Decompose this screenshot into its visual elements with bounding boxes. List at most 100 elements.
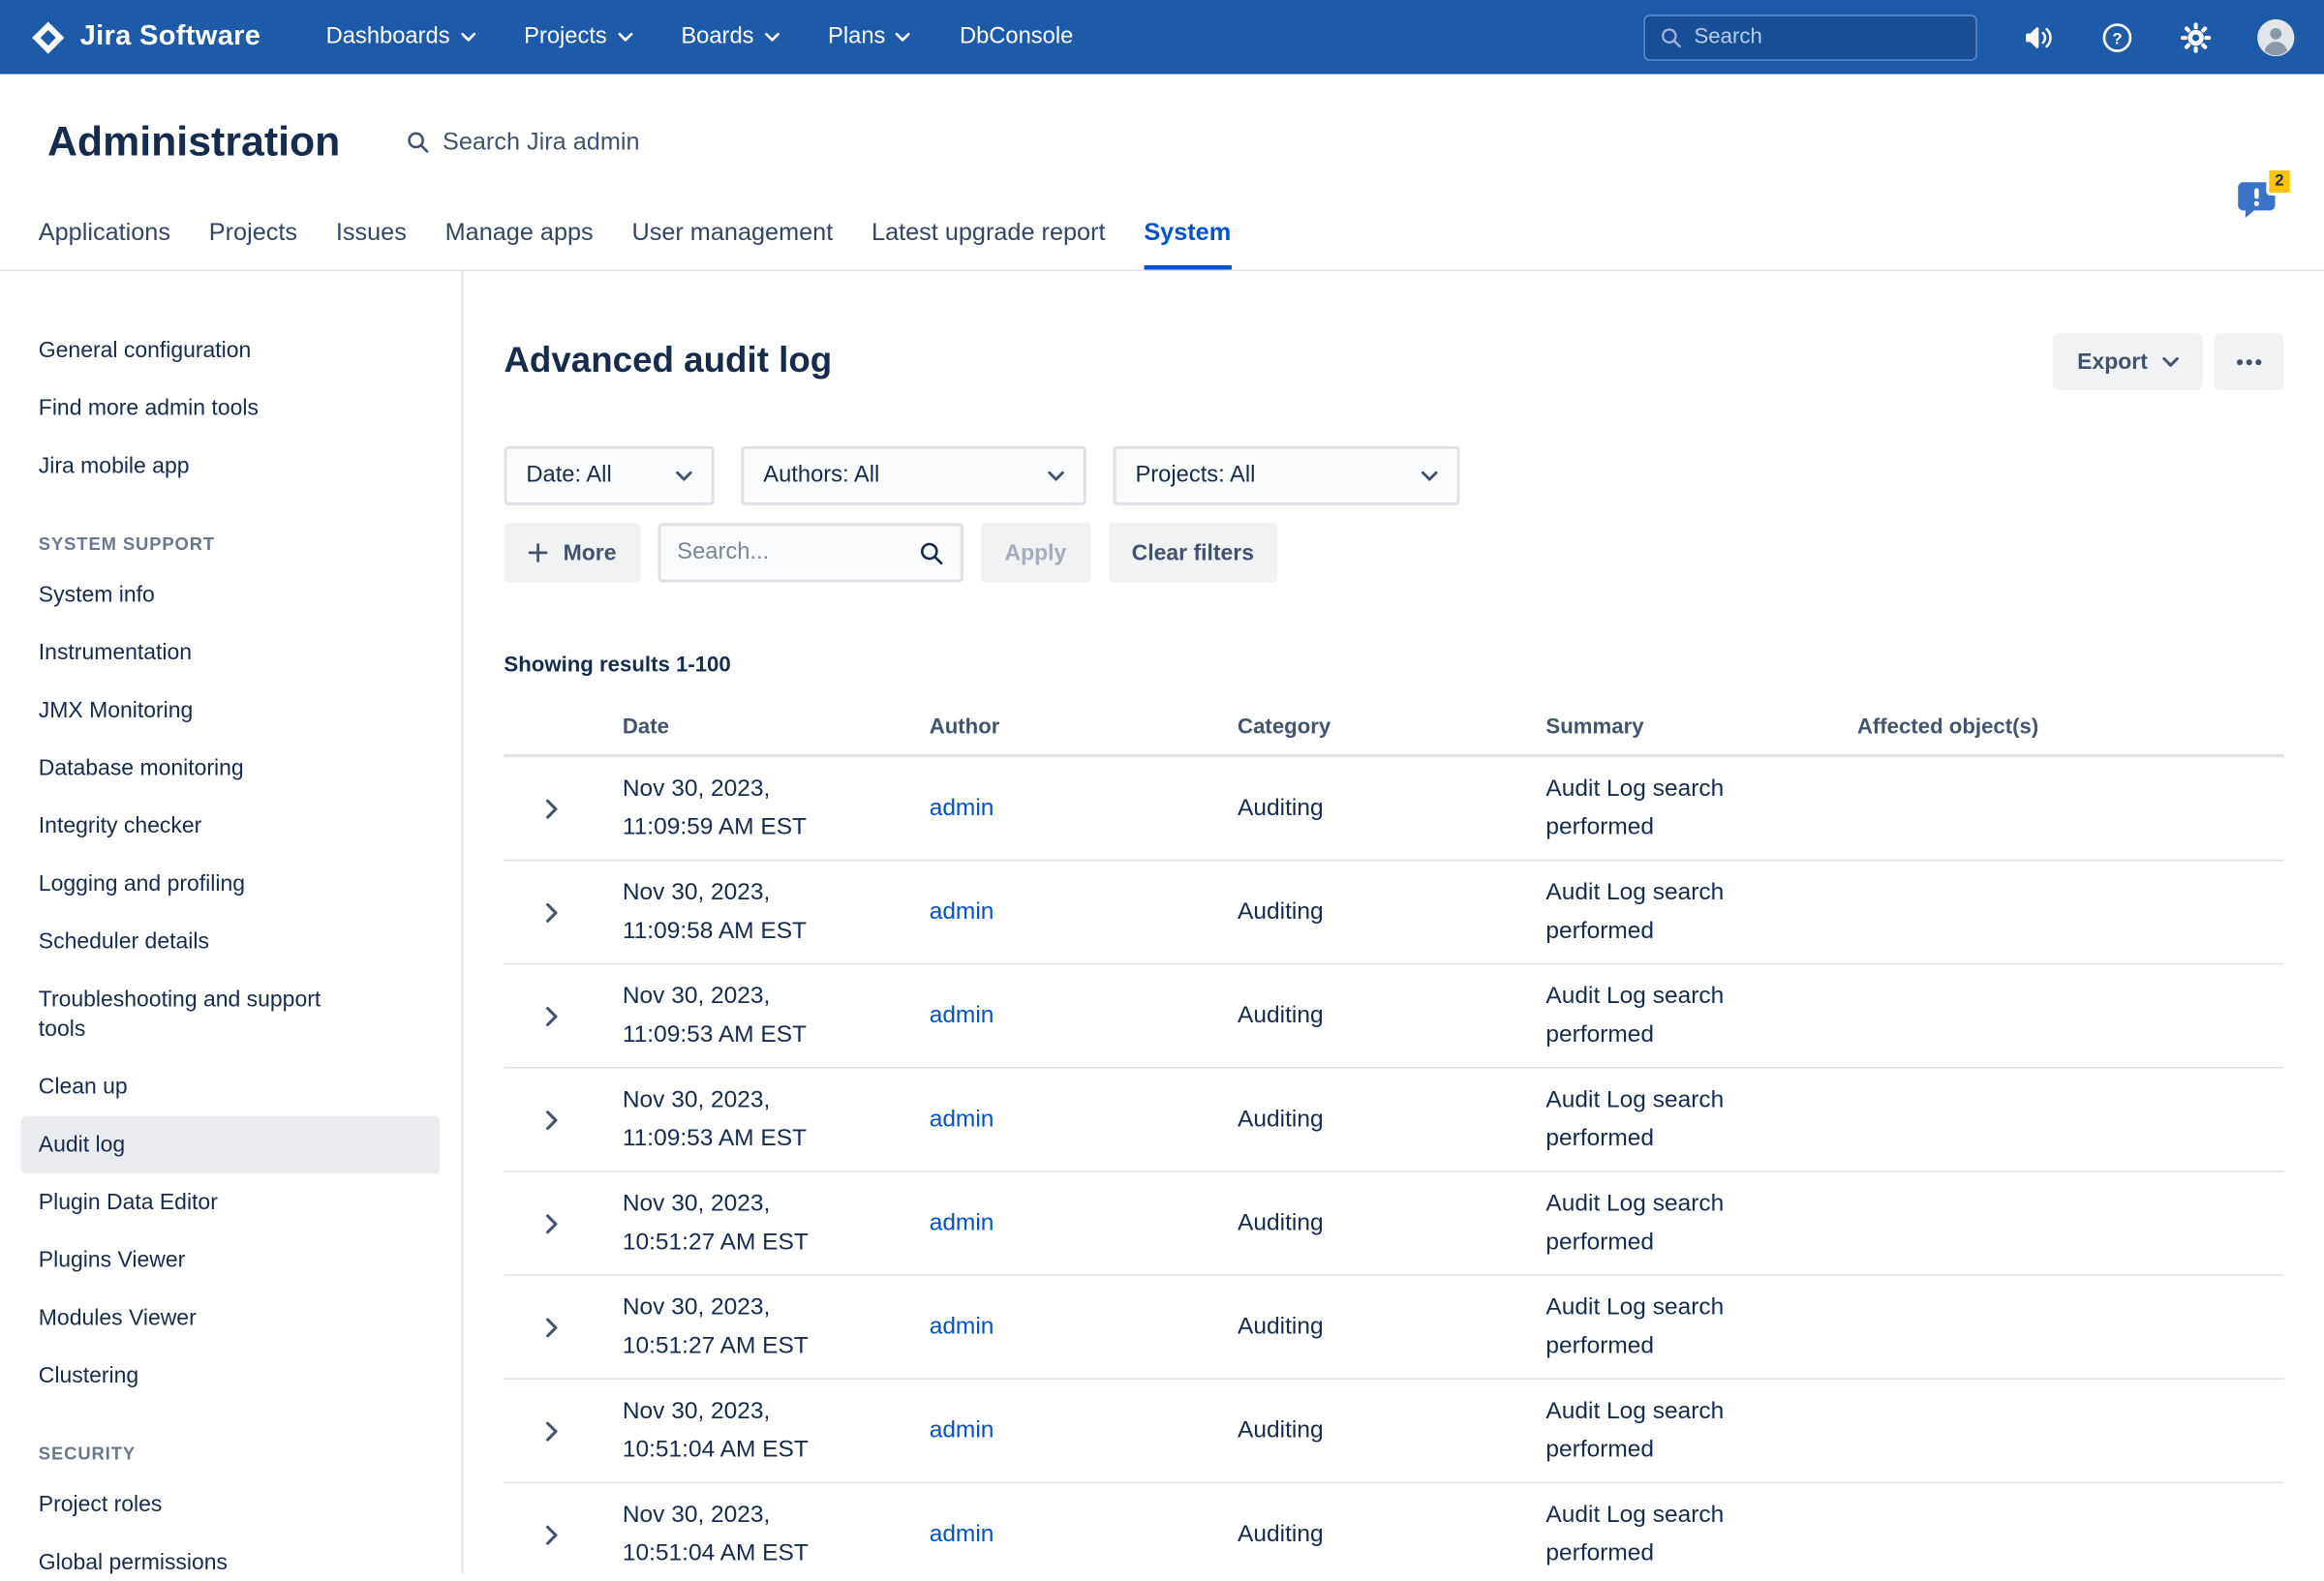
sidebar-item-global-permissions[interactable]: Global permissions — [0, 1534, 461, 1573]
page-title: Advanced audit log — [504, 341, 832, 382]
author-link[interactable]: admin — [930, 1002, 994, 1027]
cell-category: Auditing — [1238, 1210, 1545, 1237]
row-expand-button[interactable] — [504, 1524, 622, 1544]
tab-system[interactable]: System — [1144, 220, 1231, 270]
navbar-search[interactable] — [1643, 15, 1976, 60]
sidebar-item-system-info[interactable]: System info — [0, 566, 461, 624]
cell-date: Nov 30, 2023,10:51:04 AM EST — [623, 1392, 930, 1470]
table-row: Nov 30, 2023,11:09:53 AM ESTadminAuditin… — [504, 1069, 2283, 1172]
audit-table-body: Nov 30, 2023,11:09:59 AM ESTadminAuditin… — [504, 757, 2283, 1573]
author-link[interactable]: admin — [930, 1107, 994, 1132]
chevron-right-icon — [545, 901, 559, 922]
author-link[interactable]: admin — [930, 1314, 994, 1339]
author-link[interactable]: admin — [930, 1521, 994, 1546]
row-expand-button[interactable] — [504, 1006, 622, 1026]
clear-filters-button[interactable]: Clear filters — [1108, 523, 1277, 582]
cell-summary: Audit Log search performed — [1545, 977, 1856, 1054]
user-avatar[interactable] — [2257, 18, 2294, 55]
sidebar-item-integrity-checker[interactable]: Integrity checker — [0, 797, 461, 855]
sidebar-item-clustering[interactable]: Clustering — [0, 1347, 461, 1405]
table-row: Nov 30, 2023,10:51:27 AM ESTadminAuditin… — [504, 1172, 2283, 1276]
nav-item-dashboards[interactable]: Dashboards — [326, 23, 475, 50]
svg-text:?: ? — [2112, 29, 2122, 47]
author-link[interactable]: admin — [930, 795, 994, 820]
table-row: Nov 30, 2023,11:09:59 AM ESTadminAuditin… — [504, 757, 2283, 861]
author-link[interactable]: admin — [930, 898, 994, 924]
projects-filter-dropdown[interactable]: Projects: All — [1113, 446, 1459, 505]
feedback-button[interactable]: 2 — [2235, 178, 2279, 220]
tab-projects[interactable]: Projects — [209, 220, 297, 270]
export-button[interactable]: Export — [2054, 333, 2203, 389]
chevron-right-icon — [545, 1213, 559, 1233]
sidebar-item-find-more-admin-tools[interactable]: Find more admin tools — [0, 380, 461, 438]
nav-item-projects[interactable]: Projects — [524, 23, 632, 50]
filter-actions-row: More Apply Clear filters — [504, 523, 2283, 582]
more-options-button[interactable] — [2215, 333, 2284, 389]
more-filters-button[interactable]: More — [504, 523, 640, 582]
sidebar-item-plugin-data-editor[interactable]: Plugin Data Editor — [0, 1173, 461, 1231]
search-icon[interactable] — [919, 540, 944, 565]
sidebar-item-plugins-viewer[interactable]: Plugins Viewer — [0, 1231, 461, 1290]
sidebar-item-database-monitoring[interactable]: Database monitoring — [0, 740, 461, 798]
row-expand-button[interactable] — [504, 1420, 622, 1441]
jira-logo[interactable]: Jira Software — [30, 18, 261, 55]
table-row: Nov 30, 2023,11:09:53 AM ESTadminAuditin… — [504, 964, 2283, 1068]
cell-author: admin — [930, 1210, 1238, 1237]
help-icon[interactable]: ? — [2100, 20, 2134, 54]
cell-category: Auditing — [1238, 1417, 1545, 1444]
cell-author: admin — [930, 1417, 1238, 1444]
sidebar-item-clean-up[interactable]: Clean up — [0, 1058, 461, 1116]
cell-date: Nov 30, 2023,10:51:04 AM EST — [623, 1496, 930, 1573]
megaphone-icon[interactable] — [2022, 20, 2056, 54]
table-row: Nov 30, 2023,10:51:04 AM ESTadmin Auditin… — [504, 1380, 2283, 1483]
date-filter-dropdown[interactable]: Date: All — [504, 446, 714, 505]
cell-author: admin — [930, 1521, 1238, 1548]
row-expand-button[interactable] — [504, 1213, 622, 1233]
nav-item-dbconsole[interactable]: DbConsole — [960, 23, 1073, 50]
author-link[interactable]: admin — [930, 1417, 994, 1443]
authors-filter-dropdown[interactable]: Authors: All — [741, 446, 1086, 505]
sidebar-item-jmx-monitoring[interactable]: JMX Monitoring — [0, 682, 461, 740]
cell-category: Auditing — [1238, 1314, 1545, 1341]
jira-logo-icon — [30, 18, 67, 55]
table-row: Nov 30, 2023,11:09:58 AM ESTadminAuditin… — [504, 861, 2283, 964]
author-link[interactable]: admin — [930, 1210, 994, 1235]
sidebar-item-instrumentation[interactable]: Instrumentation — [0, 623, 461, 682]
notification-badge: 2 — [2266, 167, 2293, 196]
tab-latest-upgrade-report[interactable]: Latest upgrade report — [872, 220, 1106, 270]
tab-applications[interactable]: Applications — [39, 220, 170, 270]
apply-button[interactable]: Apply — [981, 523, 1090, 582]
row-expand-button[interactable] — [504, 1110, 622, 1130]
cell-author: admin — [930, 795, 1238, 822]
sidebar-item-logging-and-profiling[interactable]: Logging and profiling — [0, 855, 461, 913]
admin-search-link[interactable]: Search Jira admin — [406, 128, 640, 156]
tab-user-management[interactable]: User management — [631, 220, 833, 270]
tab-manage-apps[interactable]: Manage apps — [445, 220, 594, 270]
navbar-search-input[interactable] — [1694, 25, 1971, 48]
settings-gear-icon[interactable] — [2179, 20, 2213, 54]
navbar-menu: Dashboards Projects Boards Plans DbConsole — [326, 23, 1074, 50]
sidebar-item-modules-viewer[interactable]: Modules Viewer — [0, 1290, 461, 1348]
sidebar-item-general-configuration[interactable]: General configuration — [0, 321, 461, 380]
cell-category: Auditing — [1238, 1521, 1545, 1548]
nav-item-plans[interactable]: Plans — [828, 23, 910, 50]
filter-search[interactable] — [657, 523, 963, 582]
row-expand-button[interactable] — [504, 798, 622, 818]
admin-tabs: Applications Projects Issues Manage apps Use… — [0, 220, 2324, 272]
sidebar-item-scheduler-details[interactable]: Scheduler details — [0, 913, 461, 971]
chevron-down-icon — [1048, 471, 1064, 481]
brand-name: Jira Software — [80, 20, 261, 53]
sidebar-item-jira-mobile-app[interactable]: Jira mobile app — [0, 438, 461, 496]
filter-search-input[interactable] — [677, 539, 906, 566]
row-expand-button[interactable] — [504, 901, 622, 922]
cell-category: Auditing — [1238, 795, 1545, 822]
row-expand-button[interactable] — [504, 1317, 622, 1337]
nav-item-boards[interactable]: Boards — [681, 23, 779, 50]
chevron-right-icon — [545, 1317, 559, 1337]
sidebar-item-troubleshooting-and-support-tools[interactable]: Troubleshooting and support tools — [0, 971, 461, 1058]
chevron-right-icon — [545, 1420, 559, 1441]
ellipsis-icon — [2237, 358, 2262, 366]
tab-issues[interactable]: Issues — [336, 220, 407, 270]
sidebar-item-audit-log[interactable]: Audit log — [20, 1116, 440, 1174]
sidebar-item-project-roles[interactable]: Project roles — [0, 1475, 461, 1534]
